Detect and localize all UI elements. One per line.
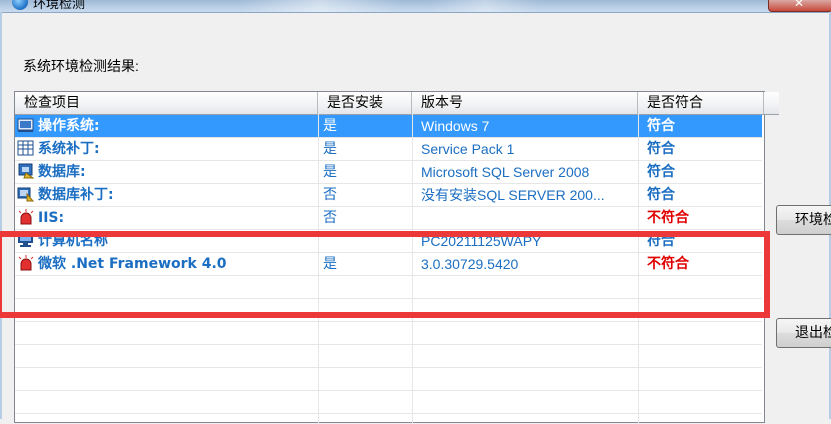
title-bar-glare bbox=[240, 0, 400, 12]
cell-installed bbox=[323, 230, 413, 253]
cell-item-name: 操作系统: bbox=[17, 115, 317, 138]
window-title: 环境检测 bbox=[33, 0, 86, 11]
patch-grid-icon bbox=[17, 140, 35, 156]
cell-installed: 否 bbox=[323, 187, 337, 203]
column-header-version[interactable]: 版本号 bbox=[412, 92, 638, 114]
row-divider bbox=[15, 413, 762, 414]
check-environment-button[interactable]: 环境检测 bbox=[776, 205, 831, 235]
window-frame-left bbox=[0, 12, 2, 419]
exit-check-button[interactable]: 退出检测 bbox=[776, 318, 831, 348]
row-divider bbox=[15, 367, 762, 368]
table-row[interactable]: 系统补丁: 是 Service Pack 1 符合 bbox=[15, 138, 762, 161]
database-patch-icon bbox=[17, 186, 35, 202]
row-divider bbox=[15, 206, 762, 207]
column-header-item[interactable]: 检查项目 bbox=[15, 92, 318, 114]
cell-status: 不符合 bbox=[647, 256, 689, 272]
cell-status: 符合 bbox=[647, 233, 675, 249]
row-divider bbox=[15, 298, 762, 299]
cell-installed: 是 bbox=[323, 164, 337, 180]
cell-version: 没有安装SQL SERVER 200... bbox=[421, 187, 605, 203]
row-divider bbox=[15, 275, 762, 276]
table-row[interactable]: IIS: 否 不符合 bbox=[15, 207, 762, 230]
row-divider bbox=[15, 183, 762, 184]
cell-status: 不符合 bbox=[647, 210, 689, 226]
row-divider bbox=[15, 321, 762, 322]
title-bar-glare bbox=[430, 0, 540, 12]
table-row[interactable]: 操作系统: 是 Windows 7 符合 bbox=[15, 115, 762, 138]
item-name-text: 微软 .Net Framework 4.0 bbox=[38, 256, 227, 272]
cell-status: 符合 bbox=[647, 141, 675, 157]
cell-item-name: 数据库补丁: bbox=[17, 184, 317, 207]
cell-installed: 否 bbox=[323, 210, 337, 226]
cell-item-name: 微软 .Net Framework 4.0 bbox=[17, 253, 317, 276]
results-list-view[interactable]: 检查项目 是否安装 版本号 是否符合 操作系统: 是 Windows 7 符合 系统补丁… bbox=[14, 91, 779, 424]
alarm-icon bbox=[17, 255, 35, 271]
row-divider bbox=[15, 252, 762, 253]
cell-item-name: IIS: bbox=[17, 207, 317, 230]
table-row[interactable]: 微软 .Net Framework 4.0 是 3.0.30729.5420 不符合 bbox=[15, 253, 762, 276]
cell-item-name: 计算机名称 bbox=[17, 230, 317, 253]
monitor-icon bbox=[17, 232, 35, 248]
close-button[interactable]: ✕ bbox=[768, 0, 831, 12]
cell-item-name: 数据库: bbox=[17, 161, 317, 184]
item-name-text: IIS: bbox=[38, 210, 65, 226]
row-divider bbox=[15, 229, 762, 230]
row-divider bbox=[15, 390, 762, 391]
row-divider bbox=[15, 344, 762, 345]
item-name-text: 数据库补丁: bbox=[38, 187, 114, 203]
item-name-text: 操作系统: bbox=[38, 118, 100, 134]
alarm-icon bbox=[17, 209, 35, 225]
table-row[interactable]: 计算机名称 PC20211125WAPY 符合 bbox=[15, 230, 762, 253]
database-icon bbox=[17, 163, 35, 179]
cell-version: PC20211125WAPY bbox=[421, 233, 542, 249]
item-name-text: 系统补丁: bbox=[38, 141, 100, 157]
cell-installed: 是 bbox=[323, 141, 337, 157]
cell-version: Windows 7 bbox=[421, 118, 490, 134]
cell-version: 3.0.30729.5420 bbox=[421, 256, 519, 272]
item-name-text: 数据库: bbox=[38, 164, 86, 180]
section-label: 系统环境检测结果: bbox=[23, 58, 139, 74]
item-name-text: 计算机名称 bbox=[38, 233, 108, 249]
column-header-status[interactable]: 是否符合 bbox=[638, 92, 764, 114]
table-row[interactable]: 数据库补丁: 否 没有安装SQL SERVER 200... 符合 bbox=[15, 184, 762, 207]
cell-status: 符合 bbox=[647, 164, 675, 180]
row-divider bbox=[15, 160, 762, 161]
table-row[interactable]: 数据库: 是 Microsoft SQL Server 2008 符合 bbox=[15, 161, 762, 184]
cell-item-name: 系统补丁: bbox=[17, 138, 317, 161]
cell-version: Microsoft SQL Server 2008 bbox=[421, 164, 590, 180]
close-icon: ✕ bbox=[794, 0, 805, 10]
cell-status: 符合 bbox=[647, 187, 675, 203]
cell-version: Service Pack 1 bbox=[421, 141, 515, 157]
cell-status: 符合 bbox=[647, 118, 675, 134]
computer-system-icon bbox=[17, 117, 35, 133]
cell-installed: 是 bbox=[323, 118, 337, 134]
title-bar bbox=[0, 0, 831, 13]
column-header-installed[interactable]: 是否安装 bbox=[318, 92, 412, 114]
cell-installed: 是 bbox=[323, 256, 337, 272]
list-header: 检查项目 是否安装 版本号 是否符合 bbox=[15, 92, 779, 115]
row-divider bbox=[15, 137, 762, 138]
cell-version bbox=[421, 207, 641, 230]
